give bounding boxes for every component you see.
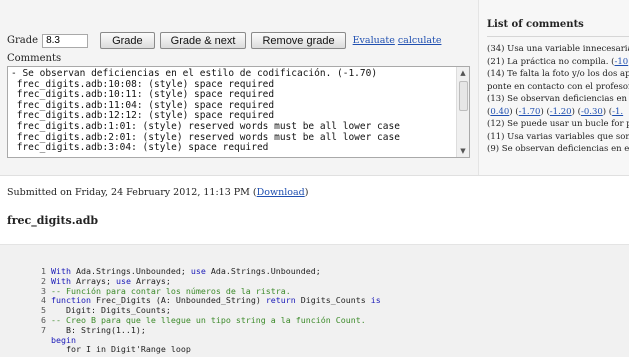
grade-and-next-button[interactable]: Grade & next — [159, 32, 247, 49]
scroll-down-arrow-icon[interactable]: ▼ — [457, 145, 469, 157]
divider — [487, 36, 629, 37]
code-text: Digits_Counts — [300, 295, 371, 306]
code-keyword: function — [51, 295, 96, 306]
comments-label: Comments — [7, 53, 62, 64]
comment-text: ponte en contacto con el profesor — [487, 81, 629, 92]
grade-row: Grade Grade Grade & next Remove grade Ev… — [7, 32, 441, 49]
submitted-text: Submitted on Friday, 24 February 2012, 1… — [7, 187, 257, 198]
code-keyword: use — [115, 275, 136, 286]
comment-list-item: (34) Usa una variable innecesaria — [487, 43, 629, 56]
code-line: 7 B: String(1..1); — [36, 324, 381, 336]
comments-textarea[interactable]: - Se observan deficiencias en el estilo … — [7, 66, 470, 158]
code-keyword: With — [51, 275, 76, 286]
comment-value-link[interactable]: -10 — [614, 57, 628, 67]
code-text: for I in Digit'Range loop — [51, 344, 191, 355]
grade-label: Grade — [7, 35, 39, 46]
comment-value-link[interactable]: -1.70 — [519, 107, 541, 117]
comment-list-item: (11) Usa varias variables que son — [487, 131, 629, 144]
comments-text[interactable]: - Se observan deficiencias en el estilo … — [11, 68, 400, 154]
comment-text: (11) Usa varias variables que son — [487, 131, 629, 142]
comment-list-item: (0.40) (-1.70) (-1.20) (-0.30) (-1. — [487, 106, 624, 117]
code-text: Digit: Digits_Counts; — [51, 305, 171, 316]
comment-list-item: (21) La práctica no compila. (-10 — [487, 56, 629, 69]
code-line: for I in Digit'Range loop — [36, 344, 381, 355]
code-keyword: use — [190, 266, 211, 276]
comment-text: (34) Usa una variable innecesaria — [487, 44, 629, 54]
code-keyword: With — [51, 266, 76, 276]
file-title: frec_digits.adb — [7, 214, 99, 227]
comments-scrollbar[interactable]: ▲ ▼ — [456, 67, 469, 157]
calculate-link[interactable]: calculate — [398, 35, 442, 46]
download-link[interactable]: Download — [257, 187, 305, 198]
comment-text: (9) Se observan deficiencias en el — [487, 144, 629, 154]
comment-list-item: (9) Se observan deficiencias en el — [487, 143, 629, 156]
submission-info: Submitted on Friday, 24 February 2012, 1… — [7, 187, 308, 198]
scroll-up-arrow-icon[interactable]: ▲ — [457, 67, 469, 79]
comment-list-item: (14) Te falta la foto y/o los dos ap — [487, 68, 629, 81]
comment-list-item: ponte en contacto con el profesor — [487, 81, 629, 94]
comments-list-panel: List of comments (34) Usa una variable i… — [478, 0, 629, 175]
evaluate-link[interactable]: Evaluate — [353, 35, 395, 46]
code-text: B: String(1..1); — [51, 324, 146, 335]
comment-text: (13) Se observan deficiencias en e — [487, 94, 629, 104]
code-keyword: begin — [51, 334, 76, 345]
comment-value-link[interactable]: -1.20 — [550, 107, 572, 117]
grade-input[interactable] — [42, 33, 89, 48]
comment-value-link[interactable]: -1. — [612, 107, 623, 117]
comment-list-item: (12) Se puede usar un bucle for pa — [487, 118, 629, 131]
comments-list-title: List of comments — [487, 19, 584, 30]
submitted-close: ) — [304, 187, 309, 198]
code-comment: -- Función para contar los números de la… — [51, 285, 291, 296]
comment-value-link[interactable]: 0.40 — [490, 107, 509, 117]
comment-value-link[interactable]: -0.30 — [581, 107, 603, 117]
code-text: Ada.Strings.Unbounded; — [75, 266, 191, 276]
comment-list: (34) Usa una variable innecesaria (21) La… — [487, 43, 629, 156]
code-text: Ada.Strings.Unbounded; — [210, 266, 321, 276]
line-number: 7 — [41, 324, 46, 335]
code-text: Arrays; — [135, 275, 171, 286]
code-keyword: is — [370, 295, 381, 306]
comment-text: (12) Se puede usar un bucle for pa — [487, 119, 629, 129]
comment-list-item: (13) Se observan deficiencias en e — [487, 93, 629, 106]
code-text: Frec_Digits (A: Unbounded_String) — [95, 295, 266, 306]
code-lines: 1 With Ada.Strings.Unbounded; use Ada.Str… — [36, 266, 381, 355]
comment-text: (14) Te falta la foto y/o los dos ap — [487, 69, 629, 79]
scroll-thumb[interactable] — [459, 81, 468, 111]
code-comment: -- Creo B para que le llegue un tipo str… — [51, 314, 366, 325]
grade-button[interactable]: Grade — [100, 32, 155, 49]
code-viewer: 1 With Ada.Strings.Unbounded; use Ada.Str… — [0, 244, 629, 357]
comment-text: (21) La práctica no compila. ( — [487, 56, 615, 67]
code-text: Arrays; — [75, 275, 116, 286]
grading-panel: Grade Grade Grade & next Remove grade Ev… — [0, 0, 629, 176]
code-keyword: return — [265, 295, 301, 306]
remove-grade-button[interactable]: Remove grade — [251, 32, 346, 49]
